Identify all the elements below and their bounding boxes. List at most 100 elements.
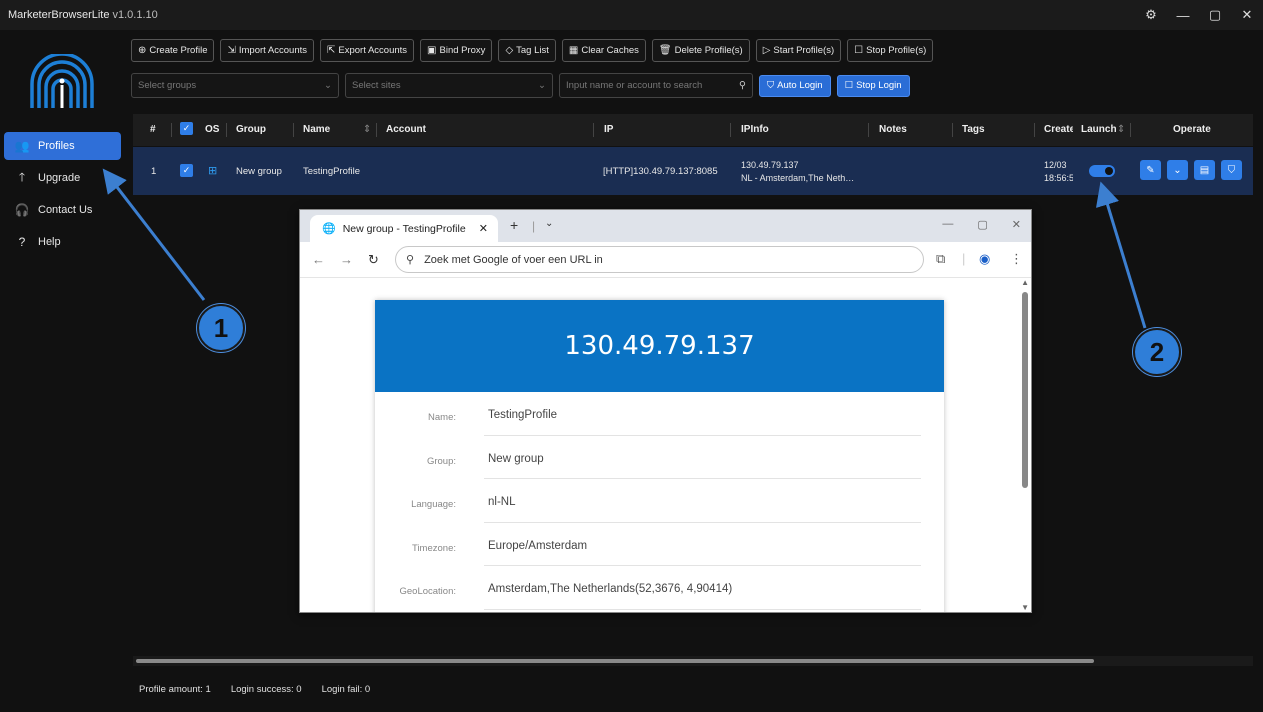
new-tab-icon[interactable]: + [510,217,518,233]
app-version: v1.0.1.10 [112,9,158,21]
field-row: Group: New group [375,436,921,479]
field-label: Timezone: [412,542,456,554]
scrollbar-thumb[interactable] [136,659,1094,663]
settings-icon[interactable]: ⚙ [1135,7,1167,23]
window-controls: ⚙ — ▢ ✕ [1135,0,1263,30]
col-name[interactable]: Name [303,124,330,135]
maximize-button[interactable]: ▢ [1199,7,1231,23]
back-icon[interactable]: ← [312,252,325,267]
sort-icon[interactable]: ⇕ [363,124,371,135]
edit-icon[interactable]: ✎ [1140,160,1161,180]
vertical-scrollbar-thumb[interactable] [1022,292,1028,488]
tag-list-button[interactable]: ◇ Tag List [498,39,556,62]
bind-proxy-button[interactable]: ▣ Bind Proxy [420,39,493,62]
group-select[interactable]: Select groups ⌄ [131,73,339,98]
delete-profiles-button[interactable]: 🗑 Delete Profile(s) [651,39,750,62]
shield-icon: ⛉ [767,80,775,91]
field-value: TestingProfile [488,409,558,421]
login-fail: Login fail: 0 [321,684,371,695]
sort-icon[interactable]: ⇕ [1117,124,1125,135]
site-select[interactable]: Select sites ⌄ [345,73,553,98]
scroll-down-icon[interactable]: ▼ [1021,603,1029,612]
horizontal-scrollbar[interactable] [133,656,1253,666]
reload-icon[interactable]: ↻ [368,252,379,268]
broom-icon: ▦ [568,45,579,56]
filter-bar: Select groups ⌄ Select sites ⌄ Input name … [131,73,910,98]
maximize-icon[interactable]: ▢ [977,218,987,231]
create-profile-button[interactable]: ⊕ Create Profile [131,39,215,62]
search-input[interactable]: Input name or account to search ⚲ [559,73,753,98]
button-label: Start Profile(s) [773,45,835,56]
column-divider [376,123,377,137]
close-button[interactable]: ✕ [1231,7,1263,23]
sidebar-item-upgrade[interactable]: 🡑 Upgrade [4,164,121,192]
col-ipinfo: IPInfo [741,124,769,135]
check-icon: ✓ [180,164,193,177]
close-tab-icon[interactable]: ✕ [479,222,488,235]
button-label: Auto Login [777,80,823,91]
browser-toolbar: ← → ↻ ⚲ Zoek met Google of voer een URL … [300,242,1031,278]
stop-profiles-button[interactable]: ☐ Stop Profile(s) [847,39,934,62]
start-profiles-button[interactable]: ▷ Start Profile(s) [755,39,842,62]
toolbar-divider: | [962,251,966,266]
button-label: Delete Profile(s) [674,45,743,56]
search-icon[interactable]: ⚲ [739,80,746,91]
scroll-up-icon[interactable]: ▲ [1021,278,1029,287]
sidebar-item-profiles[interactable]: 👥 Profiles [4,132,121,160]
minimize-icon[interactable]: — [942,218,953,231]
menu-icon[interactable]: ⋮ [1010,251,1023,267]
auto-login-button[interactable]: ⛉ Auto Login [759,74,831,97]
search-placeholder: Input name or account to search [566,80,703,91]
row-checkbox[interactable]: ✓ [180,164,193,177]
button-label: Export Accounts [338,45,408,56]
sidebar-nav: 👥 Profiles 🡑 Upgrade 🎧 Contact Us ? Help [4,132,121,260]
chevron-down-icon[interactable]: ⌄ [1167,160,1188,180]
field-label: Language: [411,499,456,510]
headset-icon: 🎧 [14,203,30,217]
browser-tab-strip: 🌐 New group - TestingProfile ✕ + | ⌄ — ▢… [300,210,1031,242]
site-select-placeholder: Select sites [352,80,401,91]
forward-icon[interactable]: → [340,252,353,267]
list-icon[interactable]: ▤ [1194,160,1215,180]
browser-window-controls: — ▢ ✕ [942,218,1021,231]
field-row: Language: nl-NL [375,479,921,523]
extensions-icon[interactable]: ⧉ [936,251,945,267]
close-icon[interactable]: ✕ [1012,218,1021,231]
question-icon: ? [18,235,26,249]
field-value: nl-NL [488,496,516,508]
sidebar-item-contact-us[interactable]: 🎧 Contact Us [4,196,121,224]
col-operate: Operate [1173,124,1211,135]
sidebar-item-help[interactable]: ? Help [4,228,121,256]
export-icon: ⇱ [327,45,336,56]
row-ip: [HTTP]130.49.79.137:8085 [603,166,718,177]
sidebar-item-label: Profiles [38,140,75,152]
select-all-checkbox[interactable]: ✓ [180,122,193,135]
browser-tab[interactable]: 🌐 New group - TestingProfile ✕ [310,215,498,242]
toolbar: ⊕ Create Profile ⇲ Import Accounts ⇱ Export… [131,39,934,62]
profile-icon[interactable]: ◉ [979,251,990,267]
group-select-placeholder: Select groups [138,80,197,91]
arrow-up-icon: 🡑 [18,169,26,184]
column-divider [730,123,731,137]
tag-icon: ◇ [505,45,514,56]
trash-icon: 🗑 [658,45,672,56]
field-value: Europe/Amsterdam [488,539,588,552]
export-accounts-button[interactable]: ⇱ Export Accounts [320,39,415,62]
column-divider [593,123,594,137]
app-title: MarketerBrowserLite v1.0.1.10 [8,9,158,21]
col-create: Create [1044,124,1073,135]
address-bar[interactable]: ⚲ Zoek met Google of voer een URL in [395,246,924,273]
profile-info-card: 130.49.79.137 Name: TestingProfile Group:… [375,300,944,612]
stop-icon: ☐ [844,80,854,91]
clear-caches-button[interactable]: ▦ Clear Caches [561,39,646,62]
import-accounts-button[interactable]: ⇲ Import Accounts [220,39,314,62]
plus-circle-icon: ⊕ [138,45,147,56]
annotation-arrow-2 [1096,181,1147,329]
stop-login-button[interactable]: ☐ Stop Login [836,74,910,97]
column-divider [952,123,953,137]
tab-search-icon[interactable]: ⌄ [545,218,553,229]
table-row[interactable]: 1 ✓ ⊞ New group TestingProfile [HTTP]130… [133,147,1253,195]
launch-toggle[interactable] [1089,165,1115,177]
minimize-button[interactable]: — [1167,8,1199,23]
shield-icon[interactable]: ⛉ [1221,160,1242,180]
